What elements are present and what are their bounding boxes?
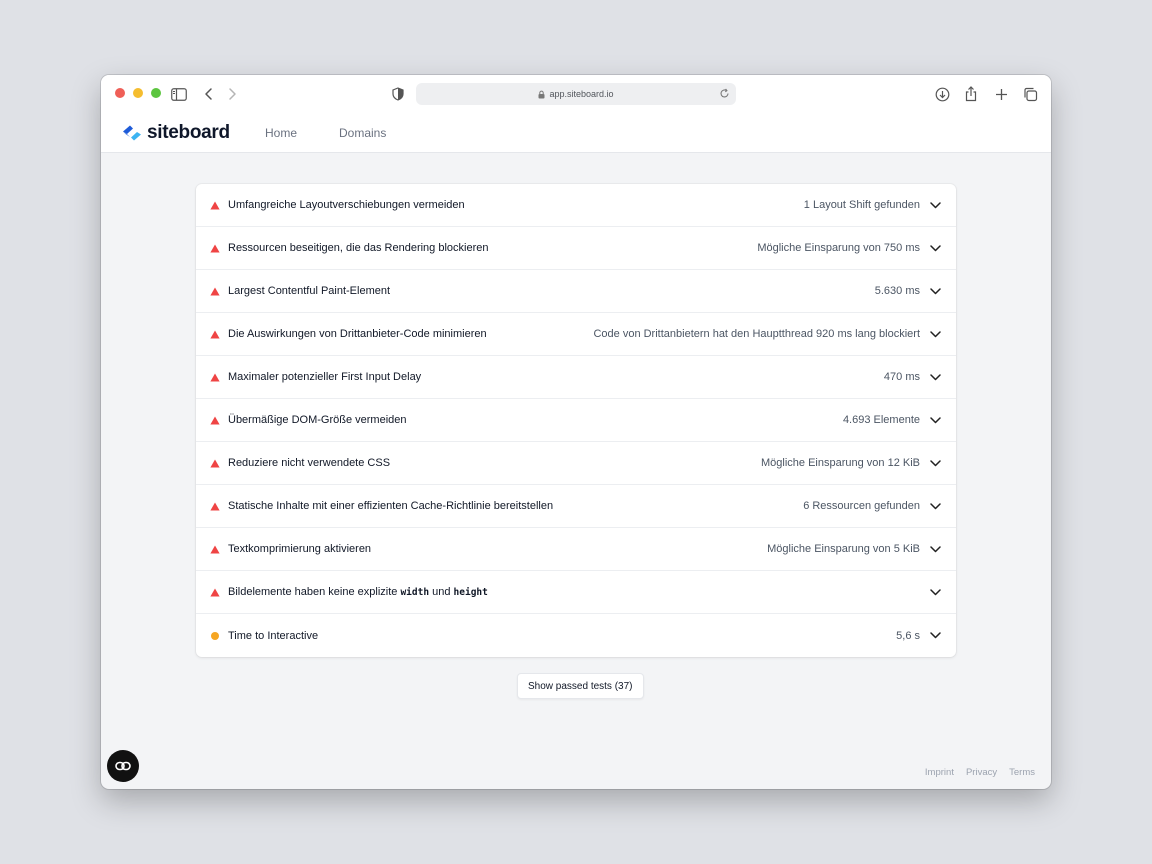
close-window-button[interactable] [115,88,125,98]
audit-value: 5,6 s [896,629,920,642]
chevron-down-icon[interactable] [928,241,942,255]
audit-value: 6 Ressourcen gefunden [803,500,920,512]
audit-title: Statische Inhalte mit einer effizienten … [228,500,554,512]
back-icon[interactable] [200,85,218,103]
tab-overview-icon[interactable] [1021,85,1039,103]
audit-list: Umfangreiche Layoutverschiebungen vermei… [196,184,956,657]
audit-title-text: und [429,586,454,598]
audit-row[interactable]: Bildelemente haben keine explizite width… [196,571,956,614]
window-controls [115,88,161,98]
chevron-down-icon[interactable] [928,499,942,513]
audit-title: Ressourcen beseitigen, die das Rendering… [228,242,489,254]
chat-widget-button[interactable] [107,750,139,782]
audit-row[interactable]: Reduziere nicht verwendete CSS Mögliche … [196,442,956,485]
forward-icon[interactable] [223,85,241,103]
new-tab-icon[interactable] [992,85,1010,103]
chevron-down-icon[interactable] [928,284,942,298]
warning-triangle-icon [210,329,220,339]
show-passed-tests-button[interactable]: Show passed tests (37) [517,673,644,699]
logo-text: siteboard [147,122,230,143]
audit-value: 1 Layout Shift gefunden [803,199,920,211]
audit-value: Mögliche Einsparung von 5 KiB [767,543,920,555]
audit-row[interactable]: Maximaler potenzieller First Input Delay… [196,356,956,399]
audit-title: Textkomprimierung aktivieren [228,543,372,555]
audit-row[interactable]: Die Auswirkungen von Drittanbieter-Code … [196,313,956,356]
audit-title: Die Auswirkungen von Drittanbieter-Code … [228,328,487,340]
audit-title: Reduziere nicht verwendete CSS [228,457,391,469]
audit-value: Mögliche Einsparung von 750 ms [757,242,920,254]
address-bar[interactable]: app.siteboard.io [416,83,736,105]
audit-row[interactable]: Statische Inhalte mit einer effizienten … [196,485,956,528]
audit-title: Maximaler potenzieller First Input Delay [228,371,422,383]
audit-title: Largest Contentful Paint-Element [228,285,391,297]
audit-title: Bildelemente haben keine explizite width… [228,586,488,598]
audit-value: 4.693 Elemente [842,414,920,426]
minimize-window-button[interactable] [133,88,143,98]
warning-triangle-icon [210,200,220,210]
warning-triangle-icon [210,544,220,554]
audit-title: Umfangreiche Layoutverschiebungen vermei… [228,199,465,211]
chevron-down-icon[interactable] [928,413,942,427]
audit-value: 5.630 ms [874,285,920,297]
browser-window: app.siteboard.io siteboard Home Domains … [101,75,1051,789]
chevron-down-icon[interactable] [928,542,942,556]
lock-icon [538,90,545,99]
warning-triangle-icon [210,501,220,511]
chevron-down-icon[interactable] [928,629,942,643]
chevron-down-icon[interactable] [928,456,942,470]
download-icon[interactable] [933,85,951,103]
audit-row[interactable]: Umfangreiche Layoutverschiebungen vermei… [196,184,956,227]
warning-triangle-icon [210,243,220,253]
nav-domains[interactable]: Domains [339,126,386,140]
chevron-down-icon[interactable] [928,327,942,341]
audit-title-text: Bildelemente haben keine explizite [228,586,401,598]
footer-privacy-link[interactable]: Privacy [966,767,997,778]
browser-toolbar: app.siteboard.io [101,75,1051,113]
audit-row[interactable]: Largest Contentful Paint-Element 5.630 m… [196,270,956,313]
chevron-down-icon[interactable] [928,198,942,212]
sidebar-toggle-icon[interactable] [170,85,188,103]
nav-home[interactable]: Home [265,126,297,140]
zoom-window-button[interactable] [151,88,161,98]
link-icon [115,761,131,771]
chevron-down-icon[interactable] [928,585,942,599]
privacy-shield-icon[interactable] [389,85,407,103]
footer-terms-link[interactable]: Terms [1009,767,1035,778]
warning-triangle-icon [210,372,220,382]
siteboard-logo[interactable]: siteboard [121,122,230,144]
chevron-down-icon[interactable] [928,370,942,384]
code-height: height [453,587,488,598]
footer-imprint-link[interactable]: Imprint [925,767,954,778]
audit-value: Code von Drittanbietern hat den Hauptthr… [593,328,920,340]
code-width: width [400,587,430,598]
url-text: app.siteboard.io [549,89,614,99]
warning-triangle-icon [210,587,220,597]
audit-title: Time to Interactive [228,629,319,642]
audit-value: 470 ms [883,371,920,383]
warning-triangle-icon [210,415,220,425]
orange-circle-icon [210,631,220,641]
warning-triangle-icon [210,286,220,296]
audit-title: Übermäßige DOM-Größe vermeiden [228,414,407,426]
audit-row[interactable]: Time to Interactive 5,6 s [196,614,956,657]
audit-row[interactable]: Ressourcen beseitigen, die das Rendering… [196,227,956,270]
audit-row[interactable]: Textkomprimierung aktivieren Mögliche Ei… [196,528,956,571]
footer-links: Imprint Privacy Terms [925,767,1035,778]
share-icon[interactable] [962,85,980,103]
warning-triangle-icon [210,458,220,468]
app-header: siteboard Home Domains [101,113,1051,153]
reload-icon[interactable] [719,88,730,99]
audit-value: Mögliche Einsparung von 12 KiB [761,457,920,469]
siteboard-logo-icon [123,125,141,141]
audit-row[interactable]: Übermäßige DOM-Größe vermeiden 4.693 Ele… [196,399,956,442]
